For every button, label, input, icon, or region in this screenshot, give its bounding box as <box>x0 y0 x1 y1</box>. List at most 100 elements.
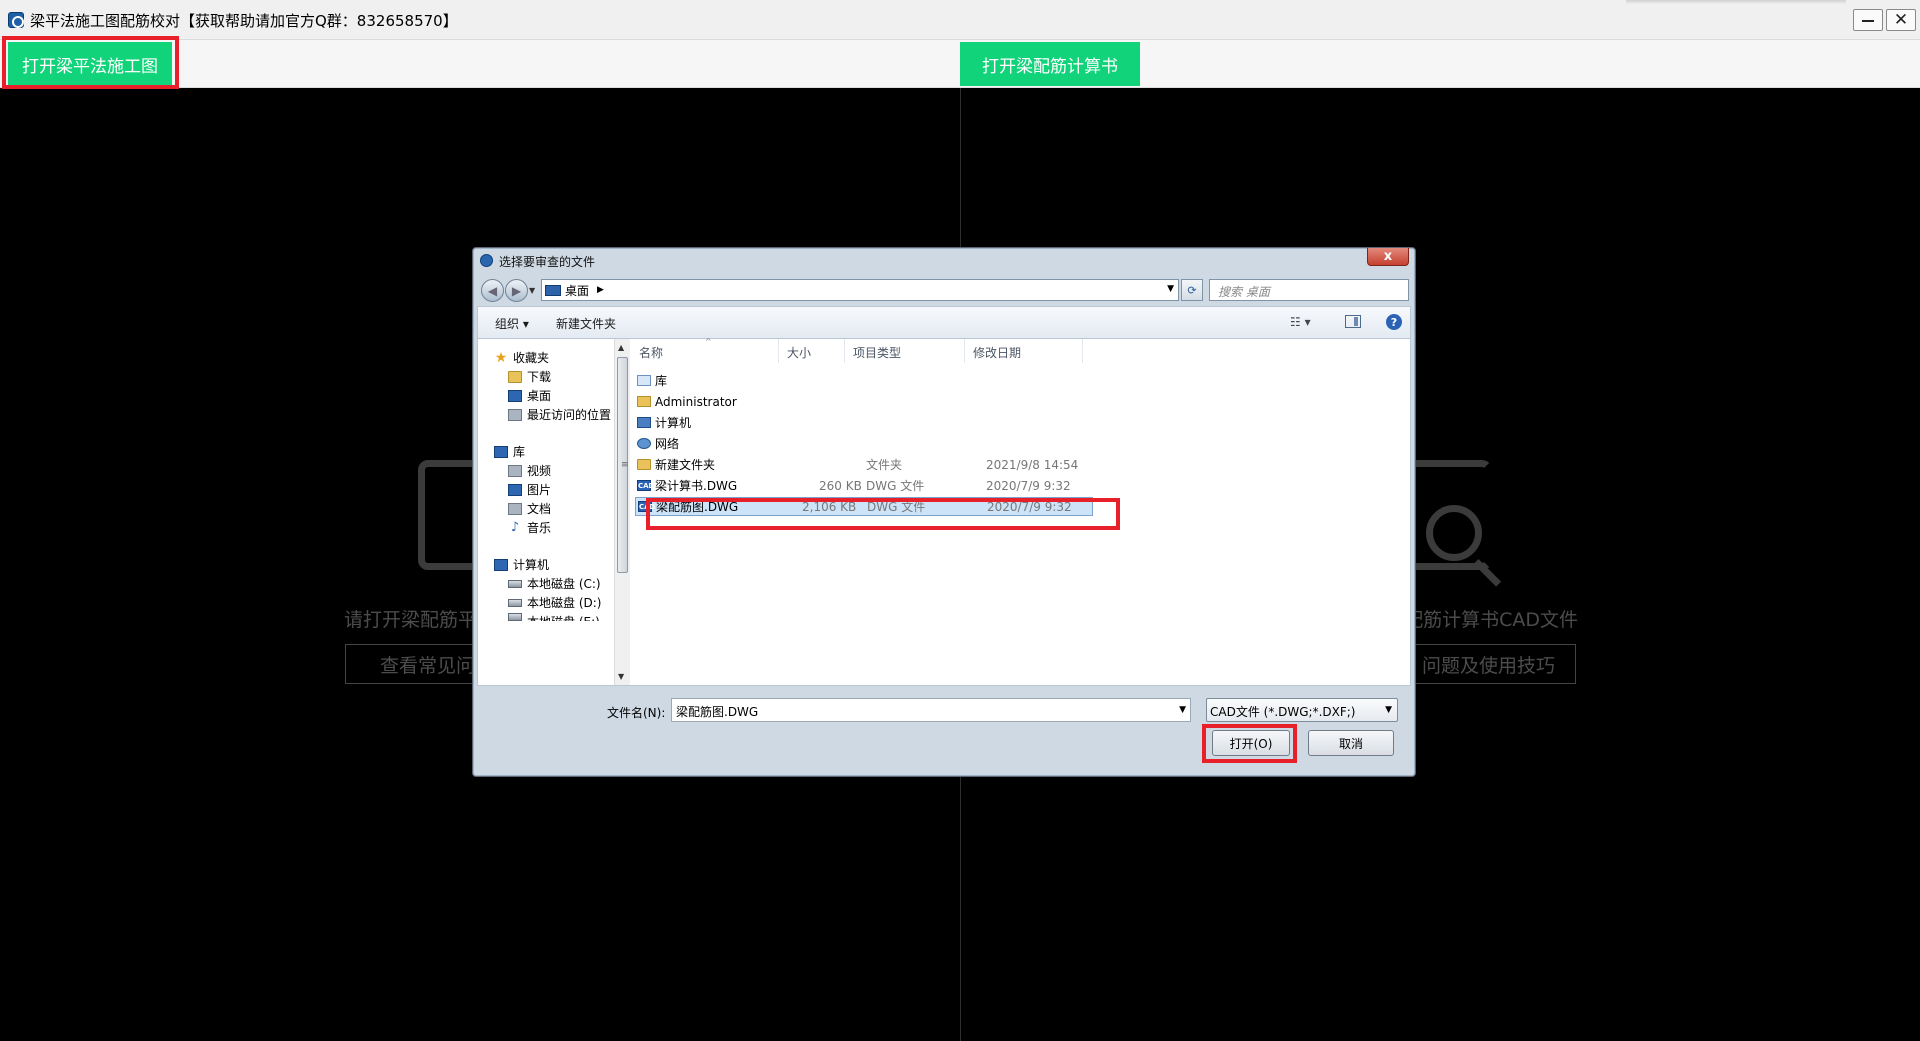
command-bar: 组织 ▾ 新建文件夹 ☷ ▾ ? <box>477 306 1411 338</box>
dialog-body: ★ 收藏夹 下载 桌面 最近访问的位置 库 视频 图片 文档 ♪ 音乐 计算机 本地… <box>477 337 1411 686</box>
left-faq-button[interactable]: 查看常见问 <box>345 644 475 684</box>
organize-menu[interactable]: 组织 ▾ <box>495 315 529 332</box>
nav-desktop[interactable]: 桌面 <box>508 387 551 404</box>
nav-pictures[interactable]: 图片 <box>508 481 551 498</box>
computer-icon <box>494 558 508 571</box>
help-icon[interactable]: ? <box>1386 314 1402 330</box>
column-header-type[interactable]: 项目类型 <box>845 339 965 363</box>
nav-drive-c[interactable]: 本地磁盘 (C:) <box>508 575 601 592</box>
file-type: DWG 文件 <box>866 479 925 493</box>
drive-icon <box>508 613 522 621</box>
nav-recent[interactable]: 最近访问的位置 <box>508 406 611 423</box>
drive-icon <box>508 598 522 607</box>
back-button[interactable]: ◀ <box>481 279 504 302</box>
cancel-button[interactable]: 取消 <box>1308 730 1394 756</box>
column-label: 修改日期 <box>973 346 1022 360</box>
open-beam-calc-button[interactable]: 打开梁配筋计算书 <box>960 42 1140 86</box>
column-header-modified[interactable]: 修改日期 <box>965 339 1083 363</box>
nav-label: 下载 <box>527 370 552 384</box>
dialog-title: 选择要审查的文件 <box>499 255 596 269</box>
file-modified: 2020/7/9 9:32 <box>986 478 1071 493</box>
file-type-select[interactable]: CAD文件 (*.DWG;*.DXF;) ▼ <box>1206 698 1398 722</box>
address-dropdown-icon[interactable]: ▼ <box>1167 284 1174 294</box>
right-placeholder-text: 配筋计算书CAD文件 <box>1404 609 1578 631</box>
open-beam-plan-button[interactable]: 打开梁平法施工图 <box>8 42 172 86</box>
open-button[interactable]: 打开(O) <box>1212 730 1290 756</box>
file-row[interactable]: 计算机 <box>637 414 1017 431</box>
file-type: 文件夹 <box>866 458 903 472</box>
close-window-button[interactable]: ✕ <box>1886 9 1916 31</box>
music-icon: ♪ <box>510 520 520 535</box>
breadcrumb-arrow-icon[interactable]: ▶ <box>597 285 604 295</box>
dialog-close-button[interactable]: x <box>1367 248 1409 266</box>
desktop-icon <box>508 389 522 402</box>
star-icon: ★ <box>494 349 508 366</box>
file-type: DWG 文件 <box>867 500 926 514</box>
open-file-dialog: 选择要审查的文件 x ◀ ▶ ▼ 桌面 ▶ ▼ ⟳ 搜索 桌面 组织 ▾ 新建文… <box>472 247 1416 777</box>
navigation-pane: ★ 收藏夹 下载 桌面 最近访问的位置 库 视频 图片 文档 ♪ 音乐 计算机 本地… <box>478 339 630 685</box>
scroll-thumb[interactable]: ≡ <box>617 357 629 573</box>
file-name: 计算机 <box>655 416 692 430</box>
nav-label: 计算机 <box>513 558 550 572</box>
filename-dropdown-icon[interactable]: ▼ <box>1179 705 1186 715</box>
preview-pane-icon[interactable] <box>1345 315 1361 328</box>
library-icon <box>637 375 651 386</box>
dialog-icon <box>480 254 493 267</box>
file-row[interactable]: 网络 <box>637 435 1017 452</box>
nav-scrollbar[interactable]: ▲ ≡ ▼ <box>614 339 630 685</box>
scroll-down-icon[interactable]: ▼ <box>618 672 624 681</box>
column-label: 名称 <box>639 346 664 360</box>
nav-label: 本地磁盘 (D:) <box>527 596 602 610</box>
right-faq-button[interactable]: 问题及使用技巧 <box>1412 644 1576 684</box>
column-header-size[interactable]: 大小 <box>779 339 845 363</box>
magnifier-icon <box>1426 505 1482 561</box>
nav-label: 桌面 <box>527 389 552 403</box>
nav-downloads[interactable]: 下载 <box>508 368 551 385</box>
views-menu[interactable]: ☷ ▾ <box>1290 315 1311 329</box>
scroll-up-icon[interactable]: ▲ <box>618 343 624 352</box>
file-row[interactable]: Administrator <box>637 393 1017 410</box>
new-folder-button[interactable]: 新建文件夹 <box>556 315 616 332</box>
minimize-button[interactable] <box>1853 9 1883 31</box>
nav-label: 最近访问的位置 <box>527 408 612 422</box>
nav-videos[interactable]: 视频 <box>508 462 551 479</box>
refresh-button[interactable]: ⟳ <box>1181 279 1203 301</box>
address-bar[interactable]: 桌面 ▶ ▼ <box>541 279 1179 301</box>
file-type-dropdown-icon[interactable]: ▼ <box>1385 705 1392 715</box>
file-name: 网络 <box>655 437 680 451</box>
history-dropdown-icon[interactable]: ▼ <box>529 286 535 295</box>
filename-label: 文件名(N): <box>607 706 666 720</box>
file-row[interactable]: CAD 梁计算书.DWG 260 KB DWG 文件 2020/7/9 9:32 <box>637 477 1071 494</box>
file-name: Administrator <box>655 394 737 409</box>
file-row-selected[interactable]: CAD 梁配筋图.DWG 2,106 KB DWG 文件 2020/7/9 9:… <box>635 497 1093 516</box>
main-toolbar: 打开梁平法施工图 打开梁配筋计算书 <box>0 40 1920 88</box>
sort-caret-icon: ^ <box>705 337 712 346</box>
file-modified: 2020/7/9 9:32 <box>987 499 1072 514</box>
file-name: 库 <box>655 374 668 388</box>
title-bar: 梁平法施工图配筋校对【获取帮助请加官方Q群：832658570】 ✕ <box>0 0 1920 40</box>
nav-documents[interactable]: 文档 <box>508 500 551 517</box>
filename-input[interactable]: 梁配筋图.DWG ▼ <box>671 698 1191 722</box>
nav-label: 本地磁盘 (C:) <box>527 577 601 591</box>
downloads-folder-icon <box>508 370 522 383</box>
desktop-icon <box>545 284 561 296</box>
folder-icon <box>637 459 651 470</box>
nav-drive-e[interactable]: 本地磁盘 (E:) <box>508 613 600 621</box>
file-type-value: CAD文件 (*.DWG;*.DXF;) <box>1210 705 1356 719</box>
nav-favorites[interactable]: ★ 收藏夹 <box>494 349 549 366</box>
nav-libraries[interactable]: 库 <box>494 443 525 460</box>
search-input[interactable]: 搜索 桌面 <box>1209 279 1409 301</box>
file-row[interactable]: 新建文件夹 文件夹 2021/9/8 14:54 <box>637 456 1078 473</box>
nav-label: 音乐 <box>527 521 552 535</box>
forward-button[interactable]: ▶ <box>505 279 528 302</box>
column-header-name[interactable]: 名称 ^ <box>631 337 779 363</box>
file-name: 梁计算书.DWG <box>655 479 738 493</box>
file-row[interactable]: 库 <box>637 372 1017 389</box>
nav-music[interactable]: ♪ 音乐 <box>508 519 551 536</box>
library-icon <box>494 445 508 458</box>
nav-label: 文档 <box>527 502 552 516</box>
video-icon <box>508 464 522 477</box>
left-placeholder-text: 请打开梁配筋平 <box>344 609 478 631</box>
nav-computer[interactable]: 计算机 <box>494 556 549 573</box>
nav-drive-d[interactable]: 本地磁盘 (D:) <box>508 594 601 611</box>
